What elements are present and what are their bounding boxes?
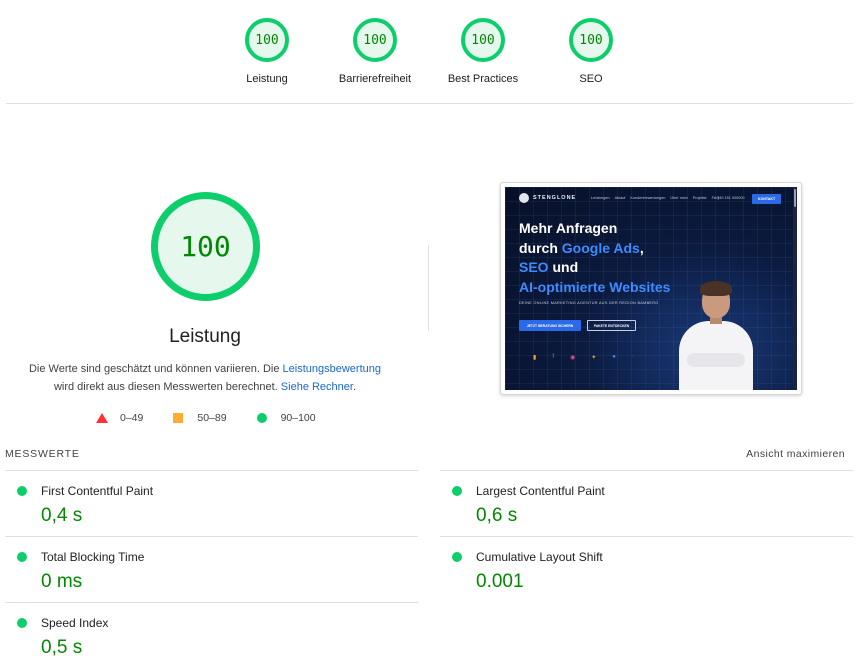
- legend-pass: 90–100: [256, 412, 316, 424]
- gauge-performance[interactable]: 100 Leistung: [212, 18, 322, 85]
- header-divider: [6, 103, 853, 104]
- metric-fcp: First Contentful Paint 0,4 s: [5, 470, 418, 536]
- thumbnail-menu-item: Projekte: [692, 196, 707, 200]
- desc-text: .: [352, 381, 357, 393]
- performance-title: Leistung: [169, 326, 241, 347]
- metric-title: First Contentful Paint: [41, 484, 154, 498]
- performance-gauge-large: 100: [151, 192, 260, 301]
- gauge-score: 100: [471, 32, 495, 48]
- gauge-label: SEO: [579, 73, 603, 85]
- legend-average-label: 50–89: [197, 412, 227, 424]
- google-icon: ✦: [591, 355, 597, 361]
- category-gauges: 100 Leistung 100 Barrierefreiheit 100 Be…: [0, 0, 859, 104]
- circle-icon: [256, 413, 267, 423]
- metric-title: Total Blocking Time: [41, 550, 145, 564]
- legend-fail-label: 0–49: [120, 412, 144, 424]
- thumbnail-social-icons: ▮ f ◉ ✦ ● ·: [533, 354, 650, 361]
- gauge-accessibility[interactable]: 100 Barrierefreiheit: [320, 18, 430, 85]
- metric-lcp: Largest Contentful Paint 0,6 s: [440, 470, 853, 536]
- gauge-label: Leistung: [246, 73, 288, 85]
- meta-icon: ●: [612, 354, 616, 360]
- metrics-heading: MESSWERTE: [5, 448, 80, 460]
- thumbnail-subline: DEINE ONLINE MARKETING AGENTUR AUS DER R…: [519, 301, 659, 305]
- gauge-ring: 100: [245, 18, 289, 62]
- facebook-icon: f: [552, 354, 554, 360]
- thumbnail-menu-item: Leistungen: [591, 196, 610, 200]
- metric-value: 0 ms: [41, 571, 83, 592]
- more-icon: ·: [631, 354, 634, 360]
- thumbnail-primary-button: JETZT BERATUNG SICHERN: [519, 320, 581, 331]
- scoring-link[interactable]: Leistungsbewertung: [283, 363, 381, 375]
- performance-score: 100: [180, 230, 231, 263]
- screenshot-image: STENGLONE Leistungen Ablauf Kundenbewert…: [505, 187, 797, 390]
- calculator-link[interactable]: Siehe Rechner: [281, 381, 353, 393]
- thumbnail-secondary-button: PAKETE ENTDECKEN: [587, 320, 636, 331]
- metric-title: Largest Contentful Paint: [476, 484, 605, 498]
- desc-text: Die Werte sind geschätzt und können vari…: [28, 363, 283, 375]
- pass-circle-icon: [452, 552, 462, 562]
- thumbnail-menu: Leistungen Ablauf Kundenbewertungen Über…: [591, 196, 724, 200]
- gauge-seo[interactable]: 100 SEO: [536, 18, 646, 85]
- pass-circle-icon: [17, 618, 27, 628]
- metric-title: Cumulative Layout Shift: [476, 550, 603, 564]
- thumbnail-contact-button: KONTAKT: [752, 194, 781, 204]
- metric-value: 0,6 s: [476, 505, 518, 526]
- desc-text: wird direkt aus diesen Messwerten berech…: [53, 381, 281, 393]
- legend-pass-label: 90–100: [280, 412, 316, 424]
- metric-value: 0,4 s: [41, 505, 83, 526]
- thumbnail-menu-item: Ablauf: [614, 196, 626, 200]
- logo-icon: [519, 193, 529, 203]
- pass-circle-icon: [452, 486, 462, 496]
- gauge-label: Barrierefreiheit: [338, 73, 412, 85]
- performance-description: Die Werte sind geschätzt und können vari…: [20, 360, 390, 396]
- gauge-ring: 100: [569, 18, 613, 62]
- instagram-icon: ◉: [569, 355, 576, 361]
- expand-view-toggle[interactable]: Ansicht maximieren: [746, 448, 845, 460]
- square-icon: [173, 413, 184, 423]
- score-legend: 0–49 50–89 90–100: [96, 412, 346, 424]
- thumbnail-brand: STENGLONE: [533, 195, 577, 201]
- triangle-icon: [96, 413, 108, 423]
- metric-value: 0,5 s: [41, 637, 83, 658]
- gauge-label: Best Practices: [447, 73, 519, 85]
- metric-tbt: Total Blocking Time 0 ms: [5, 536, 418, 602]
- legend-fail: 0–49: [96, 412, 143, 424]
- ads-icon: ▮: [533, 355, 537, 361]
- gauge-ring: 100: [461, 18, 505, 62]
- thumbnail-scrollbar: [793, 187, 797, 390]
- pass-circle-icon: [17, 486, 27, 496]
- gauge-ring: 100: [353, 18, 397, 62]
- gauge-best-practices[interactable]: 100 Best Practices: [428, 18, 538, 85]
- metric-speed-index: Speed Index 0,5 s: [5, 602, 418, 668]
- legend-average: 50–89: [173, 412, 227, 424]
- final-screenshot[interactable]: STENGLONE Leistungen Ablauf Kundenbewert…: [500, 182, 802, 395]
- metric-title: Speed Index: [41, 616, 109, 630]
- pass-circle-icon: [17, 552, 27, 562]
- thumbnail-person-photo: [677, 281, 755, 390]
- gauge-score: 100: [363, 32, 387, 48]
- thumbnail-headline: Mehr Anfragen durch Google Ads, SEO und …: [519, 220, 671, 295]
- section-divider: [428, 245, 429, 331]
- gauge-score: 100: [579, 32, 603, 48]
- gauge-score: 100: [255, 32, 279, 48]
- thumbnail-menu-item: Über mich: [670, 196, 688, 200]
- thumbnail-logo: STENGLONE: [519, 193, 576, 203]
- metric-cls: Cumulative Layout Shift 0.001: [440, 536, 853, 602]
- thumbnail-menu-item: Kundenbewertungen: [630, 196, 666, 200]
- thumbnail-phone: +49 151 000000: [717, 196, 745, 200]
- metric-value: 0.001: [476, 571, 524, 592]
